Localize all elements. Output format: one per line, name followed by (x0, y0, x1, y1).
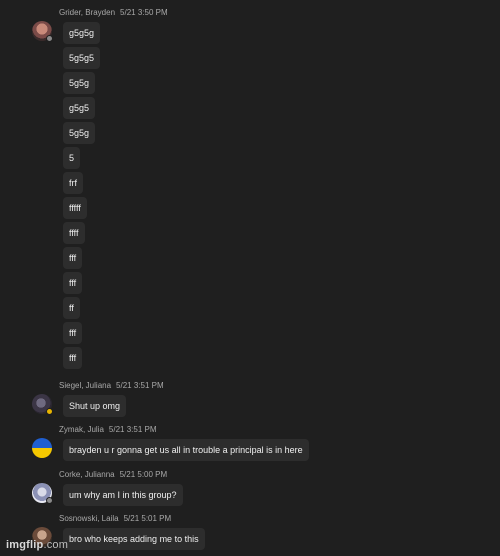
message-bubble[interactable]: bro who keeps adding me to this (63, 528, 205, 550)
message-bubble[interactable]: ffff (63, 222, 85, 244)
status-offline-icon (46, 497, 53, 504)
message-bubble[interactable]: 5 (63, 147, 81, 169)
message-timestamp: 5/21 5:00 PM (119, 470, 168, 479)
message-bubble[interactable]: 5g5g5 (63, 47, 101, 69)
message-bubble[interactable]: fff (63, 247, 83, 269)
author-name[interactable]: Siegel, Juliana (59, 381, 111, 390)
message-timestamp: 5/21 5:01 PM (123, 514, 172, 523)
message-timestamp: 5/21 3:50 PM (120, 8, 168, 17)
message-bubble[interactable]: Shut up omg (63, 395, 127, 417)
message-timestamp: 5/21 3:51 PM (108, 425, 157, 434)
message-bubble[interactable]: fff (63, 347, 83, 369)
watermark-brand: imgflip (6, 539, 44, 551)
message-bubble[interactable]: fff (63, 322, 83, 344)
avatar[interactable] (32, 438, 52, 458)
message-bubble[interactable]: g5g5g (63, 22, 101, 44)
author-name[interactable]: Corke, Julianna (59, 470, 115, 479)
message-header: Corke, Julianna 5/21 5:00 PM (59, 470, 167, 480)
message-bubble[interactable]: um why am I in this group? (63, 484, 183, 506)
message-bubble[interactable]: ff (63, 297, 80, 319)
author-name[interactable]: Grider, Brayden (59, 8, 115, 17)
chat-thread: Grider, Brayden 5/21 3:50 PM g5g5g 5g5g5 … (0, 0, 500, 556)
message-bubble[interactable]: g5g5 (63, 97, 96, 119)
message-header: Zymak, Julia 5/21 3:51 PM (59, 425, 157, 435)
message-header: Siegel, Juliana 5/21 3:51 PM (59, 381, 164, 391)
message-header: Grider, Brayden 5/21 3:50 PM (59, 8, 168, 18)
message-header: Sosnowski, Laila 5/21 5:01 PM (59, 514, 171, 524)
author-name[interactable]: Sosnowski, Laila (59, 514, 119, 523)
status-offline-icon (46, 35, 53, 42)
imgflip-watermark: imgflip.com (6, 539, 68, 551)
message-bubble[interactable]: frf (63, 172, 83, 194)
message-bubble[interactable]: 5g5g (63, 122, 96, 144)
message-bubble[interactable]: brayden u r gonna get us all in trouble … (63, 439, 309, 461)
message-bubble[interactable]: fff (63, 272, 83, 294)
author-name[interactable]: Zymak, Julia (59, 425, 104, 434)
message-bubble[interactable]: 5g5g (63, 72, 96, 94)
watermark-suffix: .com (43, 539, 69, 551)
message-timestamp: 5/21 3:51 PM (116, 381, 164, 390)
message-bubble[interactable]: fffff (63, 197, 87, 219)
status-away-icon (46, 408, 53, 415)
